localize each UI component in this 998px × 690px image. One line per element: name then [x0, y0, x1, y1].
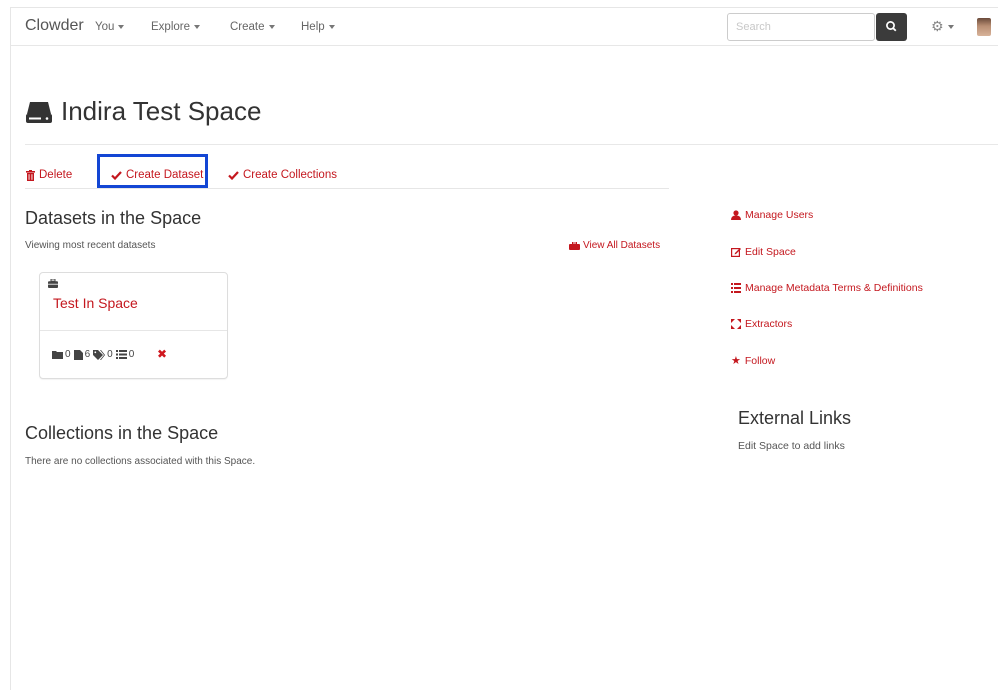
- menu-create-label: Create: [230, 21, 265, 33]
- avatar[interactable]: [977, 18, 991, 36]
- file-count: 6: [73, 349, 91, 360]
- comment-count: 0: [115, 349, 135, 360]
- dataset-title-link[interactable]: Test In Space: [53, 295, 138, 311]
- settings-menu[interactable]: ⚙: [931, 18, 954, 35]
- follow-link[interactable]: ★ Follow: [731, 354, 776, 368]
- user-icon: [731, 210, 741, 220]
- manage-metadata-link[interactable]: Manage Metadata Terms & Definitions: [731, 282, 923, 294]
- page-frame: Clowder You Explore Create Help ⚙: [10, 7, 998, 690]
- view-all-datasets-link[interactable]: View All Datasets: [569, 240, 660, 251]
- menu-you-label: You: [95, 21, 115, 33]
- search-button[interactable]: [876, 13, 907, 41]
- folder-count: 0: [52, 349, 71, 360]
- tag-count: 0: [93, 349, 113, 360]
- card-divider: [40, 330, 227, 331]
- collections-empty-text: There are no collections associated with…: [25, 456, 256, 467]
- search-icon: [886, 21, 897, 32]
- remove-dataset-button[interactable]: ✖: [157, 347, 167, 361]
- title-divider: [25, 144, 998, 145]
- menu-create[interactable]: Create: [230, 21, 275, 33]
- folder-count-value: 0: [65, 349, 71, 360]
- check-icon: [228, 170, 239, 180]
- close-icon: ✖: [157, 347, 168, 361]
- gear-icon: ⚙: [931, 18, 944, 34]
- follow-label: Follow: [744, 354, 776, 367]
- trash-icon: [26, 169, 35, 181]
- menu-help[interactable]: Help: [301, 21, 335, 33]
- chevron-down-icon: [328, 24, 335, 29]
- comment-count-value: 0: [128, 349, 135, 360]
- view-all-datasets-label: View All Datasets: [583, 240, 661, 251]
- dataset-stats: 0 6 0 0: [52, 349, 135, 360]
- edit-space-label: Edit Space: [745, 246, 796, 258]
- datasets-heading: Datasets in the Space: [25, 208, 202, 228]
- chevron-down-icon: [947, 25, 954, 30]
- tag-count-value: 0: [107, 349, 113, 360]
- collections-heading: Collections in the Space: [25, 423, 219, 443]
- folder-icon: [52, 351, 63, 359]
- delete-label: Delete: [39, 169, 73, 181]
- create-collections-button[interactable]: Create Collections: [228, 169, 337, 181]
- page-title: Indira Test Space: [61, 96, 262, 126]
- external-links-text: Edit Space to add links: [738, 440, 845, 452]
- menu-help-label: Help: [301, 21, 325, 33]
- briefcase-icon: [569, 241, 580, 250]
- list-icon: [115, 350, 127, 359]
- manage-metadata-label: Manage Metadata Terms & Definitions: [745, 282, 923, 294]
- search-input[interactable]: [727, 13, 875, 41]
- star-icon: ★: [731, 355, 741, 367]
- datasets-subtext: Viewing most recent datasets: [25, 240, 156, 251]
- menu-you[interactable]: You: [95, 21, 125, 33]
- hdd-icon: [26, 101, 52, 123]
- dataset-card: Test In Space 0 6 0 0 ✖: [39, 272, 228, 379]
- extractors-link[interactable]: Extractors: [731, 318, 792, 330]
- external-links-heading: External Links: [738, 408, 852, 428]
- delete-button[interactable]: Delete: [26, 169, 72, 181]
- fullscreen-icon: [731, 319, 741, 329]
- menu-explore-label: Explore: [151, 21, 190, 33]
- manage-users-link[interactable]: Manage Users: [731, 209, 813, 221]
- page-title-row: Indira Test Space: [25, 96, 261, 127]
- tags-icon: [93, 349, 106, 360]
- create-collections-label: Create Collections: [243, 169, 337, 181]
- brand-logo[interactable]: Clowder: [25, 17, 84, 35]
- chevron-down-icon: [118, 24, 125, 29]
- list-icon: [731, 283, 741, 293]
- edit-space-link[interactable]: Edit Space: [731, 246, 796, 258]
- chevron-down-icon: [268, 24, 275, 29]
- edit-icon: [731, 248, 741, 257]
- briefcase-icon: [48, 279, 58, 288]
- manage-users-label: Manage Users: [745, 209, 814, 221]
- file-icon: [73, 349, 83, 360]
- extractors-label: Extractors: [745, 318, 793, 330]
- file-count-value: 6: [84, 349, 91, 360]
- highlight-box: [97, 154, 208, 188]
- menu-explore[interactable]: Explore: [151, 21, 200, 33]
- top-navbar: Clowder You Explore Create Help ⚙: [11, 8, 998, 46]
- chevron-down-icon: [194, 24, 200, 29]
